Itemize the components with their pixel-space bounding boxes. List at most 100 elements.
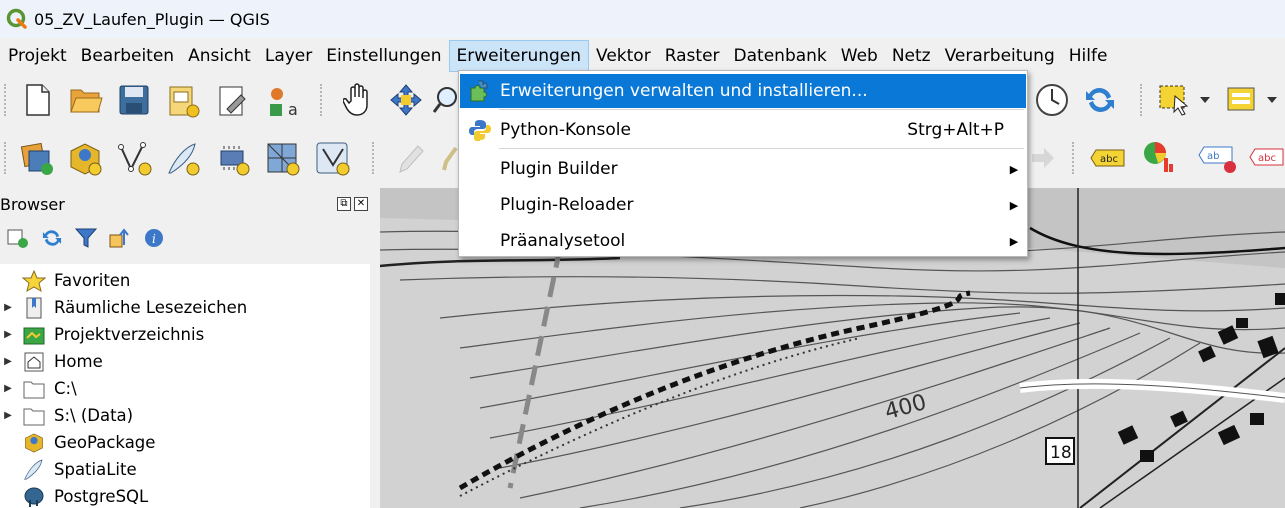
- menu-vektor[interactable]: Vektor: [589, 40, 658, 72]
- menu-hilfe[interactable]: Hilfe: [1062, 40, 1115, 72]
- pan-map-button[interactable]: [338, 80, 378, 120]
- open-folder-icon: [70, 89, 103, 113]
- menu-item-manage-plugins[interactable]: Erweiterungen verwalten und installieren…: [460, 74, 1026, 108]
- redo-button[interactable]: [1028, 140, 1056, 176]
- pan-to-selection-button[interactable]: [386, 80, 426, 120]
- menu-item-plugin-builder[interactable]: Plugin Builder ▶: [460, 152, 1026, 186]
- properties-button[interactable]: i: [142, 227, 166, 253]
- expand-arrow[interactable]: ▶: [0, 410, 16, 421]
- expand-arrow[interactable]: ▶: [0, 383, 16, 394]
- save-project-button[interactable]: [116, 82, 152, 118]
- select-features-icon: [1159, 85, 1189, 116]
- toolbar-grip[interactable]: [1140, 84, 1144, 116]
- highlight-pinned-labels-button[interactable]: ab: [1196, 138, 1240, 178]
- data-source-manager-icon: [20, 142, 53, 175]
- menu-erweiterungen[interactable]: Erweiterungen: [448, 40, 590, 72]
- toolbar-grip[interactable]: [320, 84, 324, 116]
- menu-layer[interactable]: Layer: [258, 40, 319, 72]
- toolbar-grip[interactable]: [372, 142, 376, 174]
- save-icon: [119, 85, 149, 115]
- tree-item-label: C:\: [54, 379, 77, 398]
- new-shapefile-button[interactable]: [114, 138, 156, 180]
- label-toolbar-button[interactable]: abc: [1088, 140, 1128, 176]
- tree-item-geopackage[interactable]: GeoPackage: [0, 429, 370, 456]
- data-source-manager-button[interactable]: [16, 138, 58, 180]
- select-dropdown-arrow[interactable]: [1197, 90, 1213, 110]
- new-virtual-layer-button[interactable]: [262, 138, 304, 180]
- menu-projekt[interactable]: Projekt: [0, 40, 74, 72]
- title-bar: 05_ZV_Laufen_Plugin — QGIS: [0, 0, 1285, 38]
- add-layer-button[interactable]: [6, 227, 30, 253]
- qgis-logo-icon: [6, 8, 27, 29]
- menu-raster[interactable]: Raster: [658, 40, 727, 72]
- tree-item-s-drive[interactable]: ▶ S:\ (Data): [0, 402, 370, 429]
- panel-splitter[interactable]: [370, 188, 380, 508]
- select-features-button[interactable]: [1155, 80, 1195, 120]
- browser-tree: Favoriten ▶ Räumliche Lesezeichen ▶ Proj…: [0, 264, 370, 508]
- tree-item-label: Favoriten: [54, 271, 131, 290]
- pin-labels-button[interactable]: abc: [1248, 138, 1285, 178]
- new-spatialite-button[interactable]: [162, 138, 204, 180]
- expand-arrow[interactable]: ▶: [0, 356, 16, 367]
- menu-einstellungen[interactable]: Einstellungen: [319, 40, 448, 72]
- tree-item-projektverzeichnis[interactable]: ▶ Projektverzeichnis: [0, 321, 370, 348]
- new-geopackage-button[interactable]: [64, 138, 106, 180]
- menu-web[interactable]: Web: [834, 40, 885, 72]
- expand-arrow[interactable]: ▶: [0, 329, 16, 340]
- menu-item-python-console[interactable]: Python-Konsole Strg+Alt+P: [460, 113, 1026, 147]
- chevron-down-icon: [1200, 97, 1210, 103]
- submenu-arrow-icon: ▶: [1009, 162, 1019, 176]
- tree-item-favoriten[interactable]: Favoriten: [0, 267, 370, 294]
- menu-item-plugin-reloader[interactable]: Plugin-Reloader ▶: [460, 188, 1026, 222]
- menu-item-label: Plugin Builder: [500, 159, 618, 179]
- menu-ansicht[interactable]: Ansicht: [181, 40, 258, 72]
- menu-item-label: Python-Konsole: [500, 120, 631, 140]
- layout-manager-button[interactable]: [214, 82, 254, 122]
- collapse-all-button[interactable]: [108, 227, 132, 253]
- menu-item-praeanalysetool[interactable]: Präanalysetool ▶: [460, 224, 1026, 258]
- label-abc-icon: abc: [1090, 149, 1125, 167]
- tree-item-label: PostgreSQL: [54, 487, 149, 506]
- new-print-layout-button[interactable]: [164, 82, 204, 122]
- open-project-button[interactable]: [68, 82, 104, 118]
- tree-item-c-drive[interactable]: ▶ C:\: [0, 375, 370, 402]
- browser-panel: Browser ⧉ ✕ i Favoriten ▶ Räumliche Lese…: [0, 188, 370, 508]
- expand-arrow[interactable]: ▶: [0, 302, 16, 313]
- new-mesh-layer-button[interactable]: [312, 138, 354, 180]
- tree-item-raeumliche-lesezeichen[interactable]: ▶ Räumliche Lesezeichen: [0, 294, 370, 321]
- svg-text:i: i: [152, 232, 156, 246]
- style-manager-button[interactable]: a: [264, 82, 304, 122]
- menu-verarbeitung[interactable]: Verarbeitung: [938, 40, 1062, 72]
- temporal-controller-button[interactable]: [1032, 80, 1072, 120]
- toolbar-grip[interactable]: [4, 142, 8, 174]
- tree-item-home[interactable]: ▶ Home: [0, 348, 370, 375]
- attribute-dropdown-arrow[interactable]: [1264, 90, 1280, 110]
- diagram-options-button[interactable]: [1138, 136, 1178, 176]
- new-project-button[interactable]: [20, 82, 56, 118]
- close-panel-button[interactable]: ✕: [354, 197, 368, 211]
- toolbar-grip[interactable]: [1072, 142, 1076, 174]
- edit-button[interactable]: [440, 138, 460, 180]
- filter-browser-button[interactable]: [74, 227, 98, 253]
- tree-item-spatialite[interactable]: SpatiaLite: [0, 456, 370, 483]
- menu-netz[interactable]: Netz: [885, 40, 938, 72]
- float-panel-button[interactable]: ⧉: [337, 197, 351, 211]
- refresh-browser-button[interactable]: [40, 227, 64, 253]
- zoom-in-button[interactable]: [432, 80, 458, 120]
- refresh-button[interactable]: [1080, 80, 1120, 120]
- chevron-down-icon: [1267, 97, 1277, 103]
- tree-item-label: Räumliche Lesezeichen: [54, 298, 248, 317]
- tree-item-postgresql[interactable]: PostgreSQL: [0, 483, 370, 508]
- bookmark-icon: [26, 297, 42, 318]
- svg-text:ab: ab: [1207, 151, 1219, 162]
- attribute-table-button[interactable]: [1222, 80, 1262, 120]
- new-memory-layer-button[interactable]: [212, 138, 254, 180]
- svg-text:a: a: [288, 100, 298, 119]
- postgresql-icon: [24, 487, 44, 507]
- digitize-button[interactable]: [388, 138, 430, 180]
- toolbar-grip[interactable]: [4, 84, 8, 116]
- menu-datenbank[interactable]: Datenbank: [727, 40, 834, 72]
- diagram-icon: [1144, 142, 1173, 172]
- menu-bearbeiten[interactable]: Bearbeiten: [74, 40, 181, 72]
- label-pin-icon: ab: [1198, 146, 1236, 173]
